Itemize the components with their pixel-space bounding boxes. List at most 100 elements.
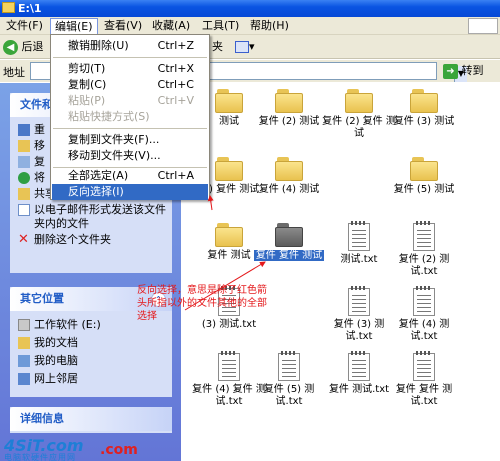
text-file-icon (218, 351, 240, 381)
shortcut-label: Ctrl+X (157, 62, 194, 75)
folder-item[interactable]: 复件 (5) 测试 (386, 157, 462, 196)
file-name: 复件 测试 (207, 250, 251, 261)
file-name: 复件 (5) 测试 (393, 184, 455, 195)
folder-item[interactable]: 复件 (2) 测试 (251, 89, 327, 128)
text-file-item[interactable]: 复件 (4) 测试.txt (386, 286, 462, 343)
file-name: 复件 (2) 复件 测试 (322, 116, 396, 139)
menu-item-invert-selection[interactable]: 反向选择(I) (52, 184, 208, 200)
menu-item-label: 反向选择(I) (68, 185, 124, 198)
menu-item-cut[interactable]: 剪切(T) Ctrl+X (52, 61, 208, 77)
network-icon (18, 373, 30, 385)
explorer-window: E:\1 文件(F) 编辑(E) 查看(V) 收藏(A) 工具(T) 帮助(H)… (0, 0, 500, 461)
rename-icon (18, 124, 30, 136)
share-folder-icon (18, 188, 30, 200)
file-name: 复件 (4) 测试.txt (398, 319, 450, 342)
documents-folder-icon (18, 337, 30, 349)
menu-item-undo[interactable]: 撤销删除(U) Ctrl+Z (52, 38, 208, 54)
menu-item-label: 复制(C) (68, 78, 107, 91)
task-label: 移 (34, 139, 45, 152)
place-network[interactable]: 网上邻居 (10, 372, 172, 390)
text-file-icon (413, 221, 435, 251)
task-email[interactable]: 以电子邮件形式发送该文件夹内的文件 (10, 203, 172, 233)
views-button[interactable]: ▾ (235, 38, 255, 56)
text-file-icon (413, 286, 435, 316)
drive-icon (18, 319, 30, 331)
task-label: 以电子邮件形式发送该文件夹内的文件 (34, 203, 166, 230)
details-panel: 详细信息 (10, 407, 172, 433)
file-name: 复件 (2) 测试 (258, 116, 320, 127)
file-name: 复件 (5) 测试.txt (263, 384, 315, 407)
views-icon (235, 41, 249, 53)
folder-icon (345, 89, 373, 113)
watermark-com: .com (100, 442, 138, 458)
menu-view[interactable]: 查看(V) (100, 18, 146, 34)
menu-item-copy[interactable]: 复制(C) Ctrl+C (52, 77, 208, 93)
delete-x-icon: ✕ (18, 232, 29, 247)
folders-label: 夹 (212, 40, 223, 53)
go-arrow-icon: ➜ (443, 63, 458, 79)
menu-item-label: 粘贴(P) (68, 94, 106, 107)
menu-item-select-all[interactable]: 全部选定(A) Ctrl+A (52, 168, 208, 184)
task-label: 复 (34, 155, 45, 168)
file-tasks-title: 文件和 (20, 98, 53, 111)
file-name: 复件 (3) 测试 (393, 116, 455, 127)
file-name: 测试 (219, 116, 239, 127)
file-name: 复件 (2) 测试.txt (398, 254, 450, 277)
text-file-icon (348, 286, 370, 316)
menu-separator (53, 57, 207, 58)
move-icon (18, 140, 30, 152)
go-button[interactable]: ➜ 转到 (441, 62, 484, 80)
menu-item-label: 剪切(T) (68, 62, 106, 75)
menu-tools[interactable]: 工具(T) (198, 18, 243, 34)
folder-icon (215, 223, 243, 247)
menu-item-copy-to-folder[interactable]: 复制到文件夹(F)... (52, 132, 208, 148)
folder-icon (275, 223, 303, 247)
menu-item-paste-shortcut: 粘贴快捷方式(S) (52, 109, 208, 125)
place-label: 网上邻居 (34, 372, 78, 385)
file-name: 复件 (3) 测试.txt (333, 319, 385, 342)
back-label: 后退 (21, 40, 44, 53)
menu-separator (53, 128, 207, 129)
copy-icon (18, 156, 30, 168)
menu-item-label: 复制到文件夹(F)... (68, 133, 160, 146)
folder-item[interactable]: 复件 (4) 测试 (251, 157, 327, 196)
text-file-item[interactable]: 复件 (5) 测试.txt (251, 351, 327, 408)
shortcut-label: Ctrl+Z (157, 39, 194, 52)
menu-file[interactable]: 文件(F) (2, 18, 47, 34)
folders-button[interactable]: 夹 (212, 38, 223, 56)
back-arrow-icon: ◀ (3, 39, 18, 55)
place-label: 工作软件 (E:) (34, 318, 101, 331)
windows-logo-icon (468, 18, 498, 34)
menu-edit[interactable]: 编辑(E) (50, 18, 98, 34)
folder-item[interactable]: 复件 (3) 测试 (386, 89, 462, 128)
back-button[interactable]: ◀ 后退 (3, 38, 44, 56)
text-file-icon (413, 351, 435, 381)
folder-item-unselected[interactable]: 复件 复件 测试 (251, 223, 327, 262)
menu-favorites[interactable]: 收藏(A) (148, 18, 194, 34)
annotation-text: 反向选择，意思是除了红色箭头所指以外的文件其他的全部选择 (137, 285, 267, 322)
details-header[interactable]: 详细信息 (10, 407, 172, 431)
title-bar: E:\1 (0, 0, 500, 17)
shortcut-label: Ctrl+A (157, 169, 194, 182)
text-file-icon (348, 351, 370, 381)
menu-item-move-to-folder[interactable]: 移动到文件夹(V)... (52, 148, 208, 164)
file-name: 复件 复件 测试 (253, 250, 325, 261)
email-icon (18, 204, 30, 216)
place-my-documents[interactable]: 我的文档 (10, 336, 172, 354)
details-title: 详细信息 (20, 412, 64, 425)
other-places-title: 其它位置 (20, 292, 64, 305)
globe-icon (18, 172, 30, 184)
edit-menu-dropdown: 撤销删除(U) Ctrl+Z 剪切(T) Ctrl+X 复制(C) Ctrl+C… (50, 34, 210, 200)
text-file-icon (278, 351, 300, 381)
shortcut-label: Ctrl+C (157, 78, 194, 91)
place-label: 我的电脑 (34, 354, 78, 367)
menu-help[interactable]: 帮助(H) (246, 18, 293, 34)
task-delete[interactable]: ✕ 删除这个文件夹 (10, 233, 172, 249)
text-file-item[interactable]: 复件 复件 测试.txt (386, 351, 462, 408)
menu-item-paste: 粘贴(P) Ctrl+V (52, 93, 208, 109)
text-file-item[interactable]: 复件 (2) 测试.txt (386, 221, 462, 278)
file-name: 复件 (4) 测试 (258, 184, 320, 195)
place-my-computer[interactable]: 我的电脑 (10, 354, 172, 372)
file-name: 复件 测试.txt (328, 384, 390, 395)
text-file-icon (348, 221, 370, 251)
